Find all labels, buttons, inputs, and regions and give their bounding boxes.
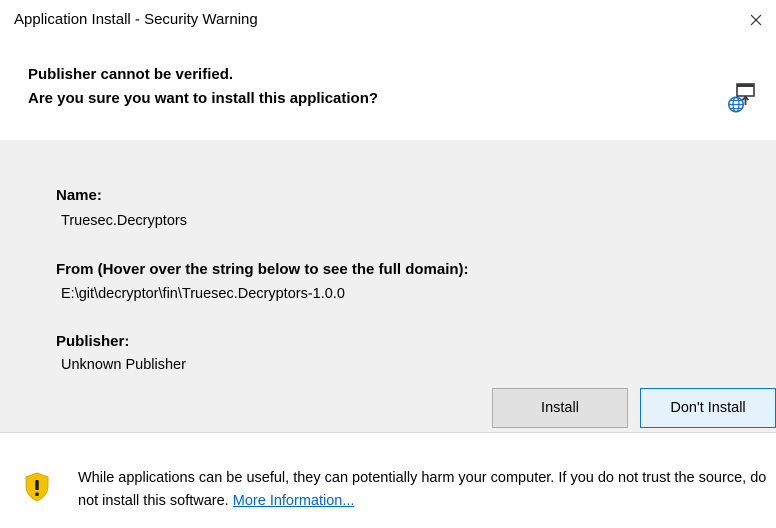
from-value[interactable]: E:\git\decryptor\fin\Truesec.Decryptors-… <box>61 286 345 302</box>
name-label: Name: <box>56 187 102 204</box>
window-title: Application Install - Security Warning <box>14 11 258 28</box>
shield-warning-icon <box>25 472 49 502</box>
close-button[interactable] <box>736 2 776 38</box>
name-value: Truesec.Decryptors <box>61 213 187 229</box>
close-icon <box>750 14 762 26</box>
from-label: From (Hover over the string below to see… <box>56 261 469 278</box>
security-message-text: While applications can be useful, they c… <box>78 470 767 509</box>
install-details-panel: Name: Truesec.Decryptors From (Hover ove… <box>0 140 776 432</box>
publisher-value: Unknown Publisher <box>61 357 186 373</box>
warning-header: Publisher cannot be verified. Are you su… <box>0 40 776 140</box>
dont-install-button[interactable]: Don't Install <box>640 388 776 428</box>
title-bar: Application Install - Security Warning <box>0 0 776 40</box>
more-information-link[interactable]: More Information... <box>233 493 355 509</box>
warning-question: Are you sure you want to install this ap… <box>28 90 379 107</box>
install-button[interactable]: Install <box>492 388 628 428</box>
web-application-icon <box>728 83 755 113</box>
security-footer: While applications can be useful, they c… <box>0 433 776 528</box>
warning-title: Publisher cannot be verified. <box>28 66 234 83</box>
publisher-label: Publisher: <box>56 333 130 350</box>
security-message: While applications can be useful, they c… <box>78 467 768 513</box>
